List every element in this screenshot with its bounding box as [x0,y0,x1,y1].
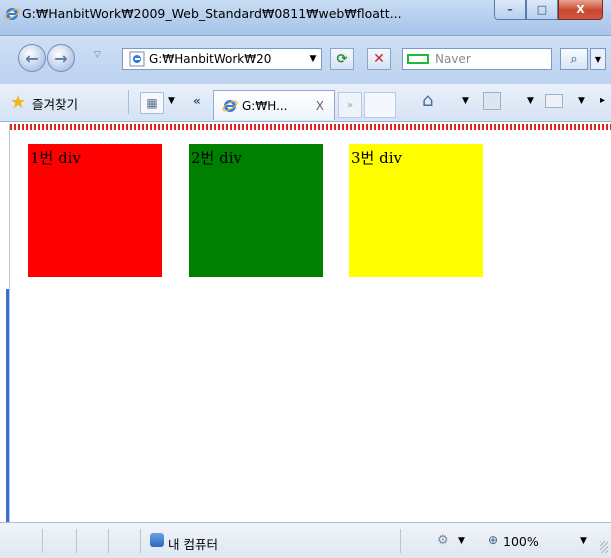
title-bar: G:₩HanbitWork₩2009_Web_Standard₩0811₩web… [0,0,611,36]
page-icon [129,51,145,67]
mail-dropdown-icon[interactable]: ▼ [578,96,585,106]
window-title: G:₩HanbitWork₩2009_Web_Standard₩0811₩web… [22,6,402,21]
protected-mode-icon[interactable]: ⚙ [437,533,449,548]
status-separator [76,529,77,553]
zoom-dropdown-icon[interactable]: ▼ [580,536,587,546]
security-zone-label: 내 컴퓨터 [168,537,218,552]
stop-button[interactable]: ✕ [367,48,391,70]
new-tab-button[interactable] [364,92,396,118]
div-box-2: 2번 div [189,144,323,277]
history-dropdown-icon[interactable]: ▽ [94,50,101,60]
search-button[interactable]: ⌕ [560,48,588,70]
search-box[interactable]: Naver [402,48,552,70]
status-separator [400,529,401,553]
address-input[interactable]: G:₩HanbitWork₩20 [149,52,305,66]
tab-scroll-right-button[interactable]: » [338,92,362,118]
tab-list-dropdown-icon[interactable]: ▼ [168,96,175,106]
navigation-bar: ← → ▽ G:₩HanbitWork₩20 ▼ ⟳ ✕ Naver ⌕ ▼ [0,36,611,84]
maximize-button[interactable]: □ [526,0,558,20]
more-tools-chevron-icon[interactable]: ▸ [600,95,605,106]
search-options-dropdown-icon[interactable]: ▼ [590,48,606,70]
search-input[interactable]: Naver [435,52,471,66]
toolbar-separator [128,90,129,114]
address-dropdown-icon[interactable]: ▼ [305,54,321,64]
refresh-button[interactable]: ⟳ [330,48,354,70]
status-separator [42,529,43,553]
feeds-icon[interactable] [483,92,501,110]
status-separator [140,529,141,553]
mail-icon[interactable] [545,94,563,108]
quick-tabs-icon[interactable]: ▦ [140,92,164,114]
tab-title: G:₩H... [242,98,288,113]
ie-logo-icon [4,8,20,20]
favorites-tab-bar: ★ 즐겨찾기 ▦ ▼ « G:₩H... X » ⌂ ▼ ▼ ▼ ▸ [0,84,611,122]
tab-close-button[interactable]: X [316,99,324,113]
back-button[interactable]: ← [18,44,46,72]
div-box-3: 3번 div [349,144,483,277]
feeds-dropdown-icon[interactable]: ▼ [527,96,534,106]
home-dropdown-icon[interactable]: ▼ [462,96,469,106]
status-separator [108,529,109,553]
home-icon[interactable]: ⌂ [422,90,433,111]
resize-grip[interactable] [600,541,608,553]
tab-active[interactable]: G:₩H... X [213,90,335,120]
window-controls: – □ X [494,0,603,20]
zoom-level[interactable]: 100% [503,534,539,549]
window-left-edge [0,124,10,522]
forward-button[interactable]: → [47,44,75,72]
close-button[interactable]: X [558,0,603,20]
favorites-star-icon[interactable]: ★ [10,92,26,113]
naver-logo-icon [407,54,429,64]
ie-page-icon [222,99,238,112]
div-box-1: 1번 div [28,144,162,277]
tab-scroll-left-button[interactable]: « [193,94,201,108]
address-bar[interactable]: G:₩HanbitWork₩20 ▼ [122,48,322,70]
favorites-button[interactable]: 즐겨찾기 [32,94,78,113]
minimize-button[interactable]: – [494,0,526,20]
status-bar: 내 컴퓨터 ⚙ ▼ ⊕ 100% ▼ [0,522,611,558]
computer-zone-icon [150,533,164,547]
zoom-icon[interactable]: ⊕ [488,533,498,547]
protected-mode-dropdown-icon[interactable]: ▼ [458,536,465,546]
